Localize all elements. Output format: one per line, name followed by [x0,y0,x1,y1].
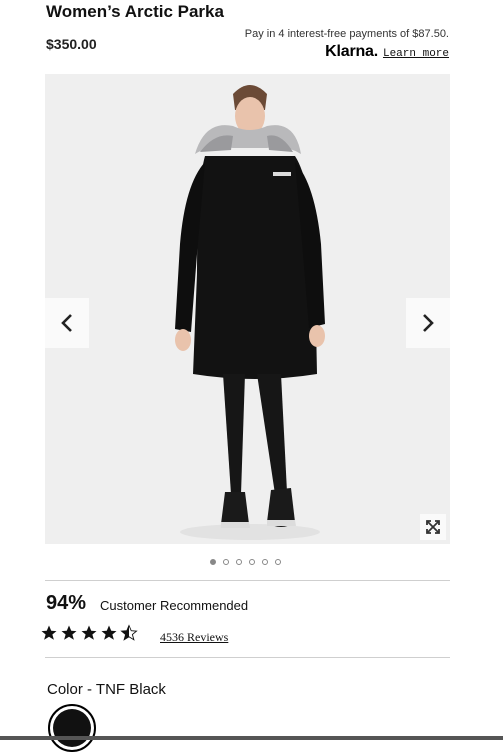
product-image-gallery[interactable] [45,74,450,544]
klarna-learn-more-link[interactable]: Learn more [383,48,449,60]
klarna-message: Pay in 4 interest-free payments of $87.5… [244,28,449,40]
chevron-left-icon [61,314,72,332]
recommend-label: Customer Recommended [100,598,249,613]
color-separator: - [82,681,96,698]
product-photo [175,85,325,540]
bottom-bar [0,736,503,740]
gallery-expand-button[interactable] [420,514,446,540]
star-rating [40,624,138,642]
recommend-percent: 94% [46,592,87,614]
star-icon [41,625,57,640]
product-price: $350.00 [46,36,97,52]
gallery-prev-button[interactable] [45,298,89,348]
gallery-dot[interactable] [275,559,281,565]
chevron-right-icon [423,314,434,332]
divider [45,657,450,658]
color-value: TNF Black [95,681,166,698]
klarna-row: Klarna. Learn more [325,43,449,61]
klarna-logo: Klarna. [325,43,378,60]
gallery-next-button[interactable] [406,298,450,348]
gallery-dot[interactable] [249,559,255,565]
color-swatch-tnf-black[interactable] [48,704,96,752]
color-label: Color [47,681,83,698]
reviews-link[interactable]: 4536 Reviews [160,630,228,645]
gallery-dot[interactable] [223,559,229,565]
star-half-icon [120,624,138,641]
color-label-row: Color - TNF Black [47,681,166,698]
product-title: Women’s Arctic Parka [46,2,224,21]
gallery-pagination-dots [210,559,281,565]
gallery-dot[interactable] [262,559,268,565]
star-icon [81,625,97,640]
star-icon [61,625,77,640]
divider [45,580,450,581]
gallery-dot[interactable] [210,559,216,565]
swatch-fill [53,709,91,747]
expand-icon [426,520,440,534]
star-icon [101,625,117,640]
gallery-dot[interactable] [236,559,242,565]
